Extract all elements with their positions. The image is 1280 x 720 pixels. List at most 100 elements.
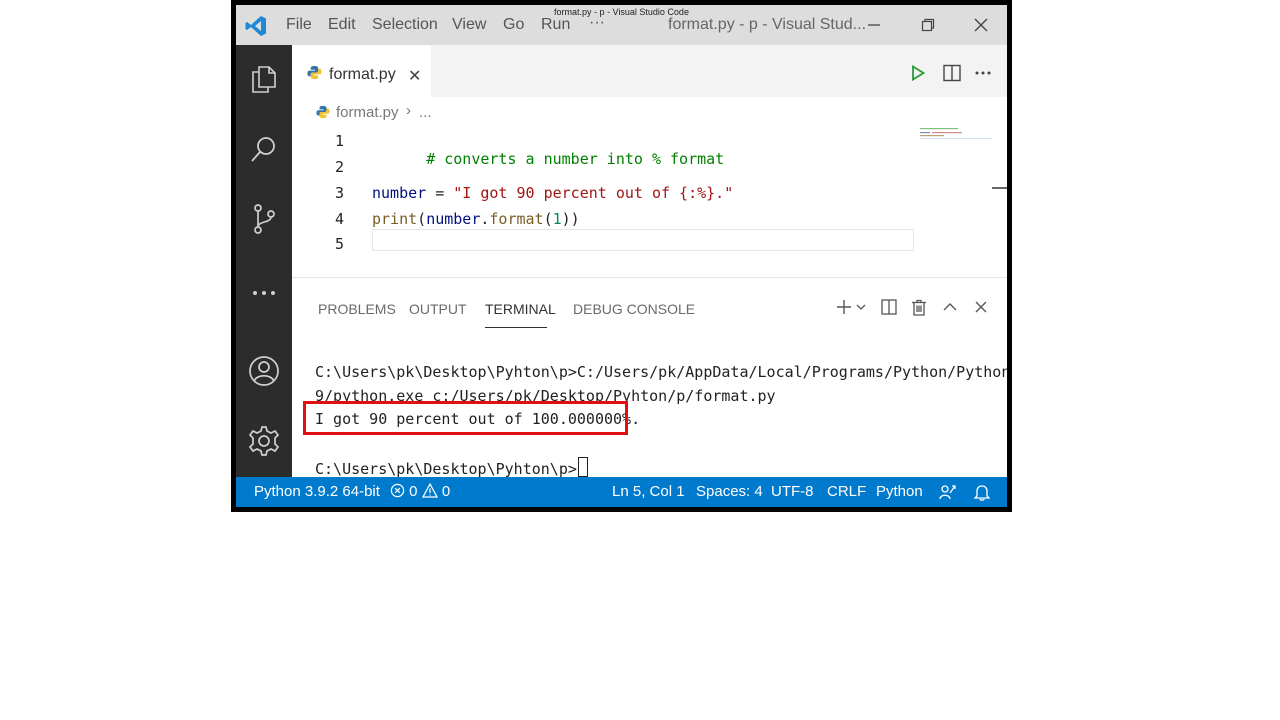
code-number: 1 (552, 210, 562, 228)
menu-run[interactable]: Run (541, 16, 570, 34)
active-tab-indicator (485, 327, 547, 328)
ellipsis-icon (975, 71, 991, 75)
tab-close-icon[interactable]: ✕ (408, 66, 421, 86)
code-editor[interactable]: 1 2 3 4 5 # converts a number into % for… (292, 127, 1007, 277)
editor-tabs: format.py ✕ (292, 45, 1007, 97)
source-control-button[interactable] (248, 203, 280, 235)
terminal-prompt: C:\Users\pk\Desktop\Pyhton\p> (315, 460, 577, 478)
run-python-file-button[interactable] (908, 61, 928, 85)
terminal-dropdown-button[interactable] (854, 295, 868, 319)
notifications-button[interactable] (973, 484, 991, 505)
code-line-4: print(number.format(1)) (372, 210, 580, 228)
play-icon (912, 65, 925, 81)
breadcrumb: format.py › ... (292, 97, 1007, 127)
terminal-prompt-line: C:\Users\pk\Desktop\Pyhton\p> (315, 457, 588, 478)
bottom-panel: PROBLEMS OUTPUT TERMINAL DEBUG CONSOLE C… (292, 283, 1007, 478)
breadcrumb-more[interactable]: ... (419, 104, 432, 121)
python-file-icon (316, 105, 330, 119)
search-button[interactable] (248, 133, 280, 165)
problems-indicator[interactable]: 0 0 (390, 482, 451, 500)
line-number: 2 (334, 158, 344, 176)
vscode-logo-icon (245, 16, 266, 36)
chevron-up-icon (943, 303, 957, 311)
code-comment: # converts a number into % format (426, 150, 725, 168)
minimize-button[interactable] (860, 13, 888, 37)
settings-button[interactable] (248, 425, 280, 457)
vscode-window: format.py - p - Visual Studio Code File … (231, 0, 1012, 512)
search-icon (251, 137, 275, 162)
close-window-button[interactable] (967, 13, 995, 37)
chevron-right-icon: › (406, 102, 411, 119)
code-line-3: number = "I got 90 percent out of {:%}." (372, 184, 733, 202)
line-number: 1 (334, 132, 344, 150)
restore-icon (921, 18, 935, 32)
bell-icon (973, 485, 991, 501)
code-variable: number (426, 210, 481, 228)
close-panel-button[interactable] (971, 295, 991, 319)
error-count: 0 (409, 483, 418, 500)
code-paren: ( (417, 210, 427, 228)
menu-more[interactable]: ··· (589, 14, 605, 32)
split-terminal-button[interactable] (879, 295, 899, 319)
restore-button[interactable] (914, 13, 942, 37)
window-inner: format.py - p - Visual Studio Code File … (236, 5, 1007, 507)
tab-debug-console[interactable]: DEBUG CONSOLE (573, 301, 695, 317)
tab-format-py[interactable]: format.py ✕ (292, 45, 431, 97)
tab-output[interactable]: OUTPUT (409, 301, 467, 317)
code-variable: number (372, 184, 427, 202)
source-control-icon (254, 204, 275, 234)
code-paren: )) (561, 210, 580, 228)
error-icon (390, 483, 405, 498)
tab-problems[interactable]: PROBLEMS (318, 301, 396, 317)
explorer-button[interactable] (248, 63, 280, 95)
accounts-button[interactable] (248, 355, 280, 387)
python-interpreter[interactable]: Python 3.9.2 64-bit (254, 483, 380, 500)
close-icon (975, 301, 987, 313)
highlight-box (303, 401, 628, 435)
tab-label: format.py (329, 66, 396, 83)
tab-terminal[interactable]: TERMINAL (485, 301, 556, 317)
code-method: format (489, 210, 544, 228)
split-editor-icon (943, 64, 961, 82)
line-number: 4 (334, 210, 344, 228)
overview-ruler-marker (992, 187, 1007, 189)
warning-icon (421, 482, 438, 498)
chevron-down-icon (856, 304, 866, 310)
split-editor-button[interactable] (941, 61, 963, 85)
menu-go[interactable]: Go (503, 16, 524, 34)
python-file-icon (307, 65, 322, 80)
code-operator: = (426, 184, 454, 202)
menu-view[interactable]: View (452, 16, 486, 34)
code-string: "I got 90 percent out of {:%}." (453, 184, 734, 202)
editor-more-actions-button[interactable] (972, 61, 994, 85)
maximize-panel-button[interactable] (940, 295, 960, 319)
code-line-1: # converts a number into % format (372, 132, 724, 186)
menu-edit[interactable]: Edit (328, 16, 356, 34)
minimize-icon (868, 24, 880, 26)
encoding[interactable]: UTF-8 (771, 483, 814, 500)
line-number: 3 (334, 184, 344, 202)
window-title-main: format.py - p - Visual Stud... (668, 16, 867, 33)
person-feedback-icon (939, 485, 956, 500)
feedback-button[interactable] (939, 484, 956, 505)
code-paren: ( (543, 210, 553, 228)
split-icon (881, 299, 897, 315)
menu-selection[interactable]: Selection (372, 16, 438, 34)
close-icon (974, 18, 988, 32)
minimap[interactable] (920, 127, 992, 141)
title-bar: format.py - p - Visual Studio Code File … (236, 5, 1007, 45)
current-line-highlight (372, 229, 914, 251)
code-function: print (372, 210, 418, 228)
language-mode[interactable]: Python (876, 483, 923, 500)
gear-icon (248, 426, 280, 456)
new-terminal-button[interactable] (834, 295, 854, 319)
activity-bar (236, 45, 292, 477)
indentation[interactable]: Spaces: 4 (696, 483, 763, 500)
breadcrumb-file[interactable]: format.py (336, 104, 399, 121)
menu-file[interactable]: File (286, 16, 312, 34)
warning-count: 0 (441, 483, 451, 500)
end-of-line[interactable]: CRLF (827, 483, 866, 500)
kill-terminal-button[interactable] (909, 295, 929, 319)
cursor-position[interactable]: Ln 5, Col 1 (612, 483, 685, 500)
more-views-button[interactable] (248, 277, 280, 309)
